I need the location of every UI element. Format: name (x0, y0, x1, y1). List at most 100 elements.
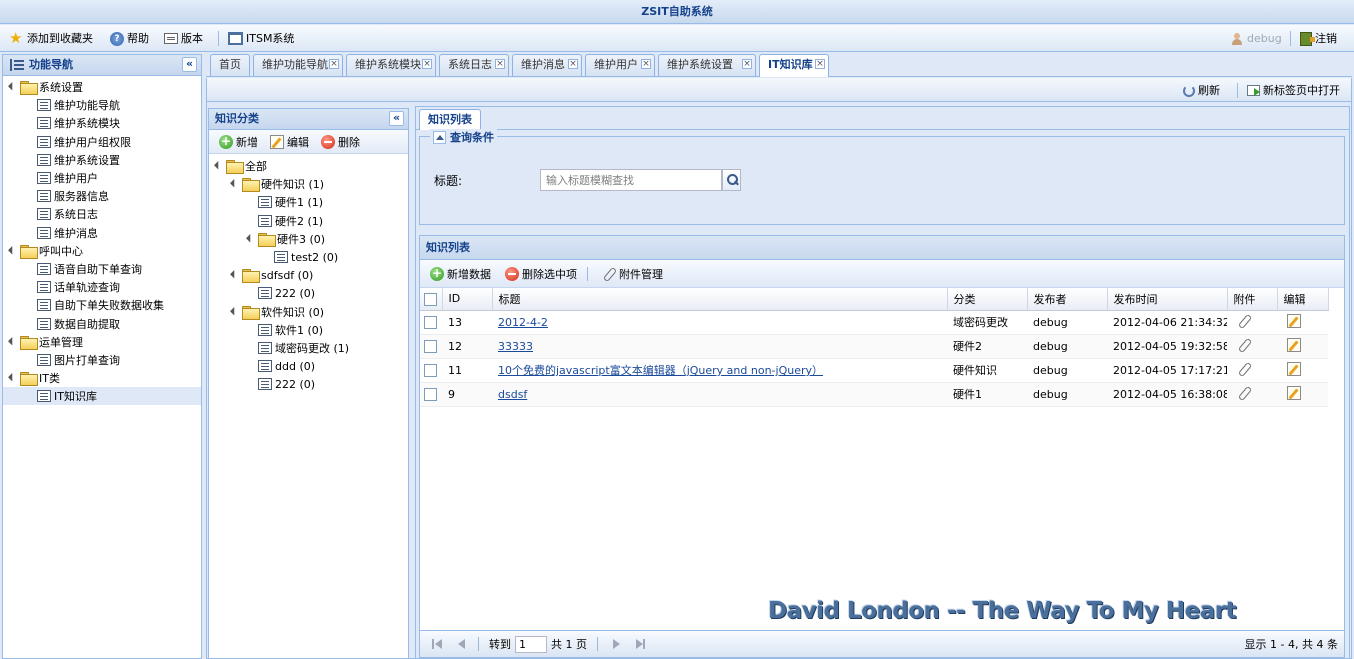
title-link[interactable]: 10个免费的javascript富文本编辑器（jQuery and non-jQ… (498, 364, 823, 377)
help-button[interactable]: 帮助 (110, 30, 149, 47)
row-select-cell[interactable] (420, 358, 442, 383)
title-link[interactable]: dsdsf (498, 388, 527, 401)
last-page-icon[interactable] (634, 638, 646, 650)
column-header-publisher[interactable]: 发布者 (1027, 288, 1108, 311)
column-header-category[interactable]: 分类 (947, 288, 1028, 311)
nav-item[interactable]: 维护功能导航 (3, 96, 201, 114)
expand-arrow-icon[interactable] (229, 179, 240, 190)
table-row[interactable]: 13 2012-4-2 域密码更改 debug 2012-04-06 21:34:32 (420, 310, 1328, 335)
nav-item[interactable]: 维护消息 (3, 224, 201, 242)
version-button[interactable]: 版本 (164, 30, 203, 47)
nav-item[interactable]: 图片打单查询 (3, 351, 201, 369)
title-search-input[interactable] (540, 169, 722, 191)
nav-group[interactable]: IT类 (3, 369, 201, 387)
tree-node-sw1[interactable]: 软件1 (0) (209, 321, 408, 339)
nav-group[interactable]: 系统设置 (3, 78, 201, 96)
next-page-icon[interactable] (610, 638, 622, 650)
nav-item[interactable]: 服务器信息 (3, 187, 201, 205)
column-header-edit[interactable]: 编辑 (1277, 288, 1329, 311)
select-all-header[interactable] (420, 288, 443, 311)
add-category-button[interactable]: 新增 (219, 134, 258, 150)
expand-arrow-icon[interactable] (7, 81, 18, 92)
tree-node-domain-password[interactable]: 域密码更改 (1) (209, 339, 408, 357)
row-checkbox[interactable] (424, 387, 437, 401)
tree-node-test2[interactable]: test2 (0) (209, 248, 408, 266)
column-header-time[interactable]: 发布时间 (1107, 288, 1228, 311)
close-tab-icon[interactable]: × (495, 59, 505, 69)
add-data-button[interactable]: 新增数据 (430, 266, 491, 282)
edit-icon[interactable] (1287, 361, 1301, 376)
open-new-tab-button[interactable]: 新标签页中打开 (1247, 82, 1340, 99)
expand-arrow-icon[interactable] (7, 245, 18, 256)
row-checkbox[interactable] (424, 339, 437, 353)
tab-item[interactable]: 维护功能导航 × (253, 54, 343, 76)
tab-item[interactable]: 维护用户 × (585, 54, 655, 76)
paperclip-icon[interactable] (1237, 362, 1251, 376)
close-tab-icon[interactable]: × (742, 59, 752, 69)
column-header-title[interactable]: 标题 (492, 288, 948, 311)
nav-item[interactable]: 维护系统设置 (3, 151, 201, 169)
close-tab-icon[interactable]: × (815, 59, 825, 69)
prev-page-icon[interactable] (456, 638, 468, 650)
paperclip-icon[interactable] (1237, 386, 1251, 400)
nav-item[interactable]: 维护系统模块 (3, 114, 201, 132)
row-checkbox[interactable] (424, 315, 437, 329)
tree-node-ddd[interactable]: ddd (0) (209, 357, 408, 375)
tab-item[interactable]: 维护消息 × (512, 54, 582, 76)
tree-node-sdfsdf[interactable]: sdfsdf (0) (209, 266, 408, 284)
tree-node-hw1[interactable]: 硬件1 (1) (209, 193, 408, 211)
expand-arrow-icon[interactable] (7, 372, 18, 383)
paperclip-icon[interactable] (1237, 338, 1251, 352)
collapse-icon[interactable] (182, 57, 197, 72)
edit-icon[interactable] (1287, 313, 1301, 328)
tab-item[interactable]: 维护系统模块 × (346, 54, 436, 76)
column-header-id[interactable]: ID (442, 288, 493, 311)
attachment-manage-button[interactable]: 附件管理 (602, 266, 663, 282)
edit-icon[interactable] (1287, 337, 1301, 352)
expand-arrow-icon[interactable] (213, 160, 224, 171)
nav-item[interactable]: 维护用户组权限 (3, 133, 201, 151)
tab-knowledge-list[interactable]: 知识列表 (419, 109, 481, 130)
query-legend[interactable]: 查询条件 (430, 129, 497, 145)
tab-item[interactable]: 维护系统设置 × (658, 54, 756, 76)
tree-node-222[interactable]: 222 (0) (209, 284, 408, 302)
nav-group[interactable]: 运单管理 (3, 333, 201, 351)
add-favorite-button[interactable]: 添加到收藏夹 (9, 30, 93, 47)
collapse-toggle-icon[interactable] (433, 130, 446, 144)
row-select-cell[interactable] (420, 382, 442, 407)
row-checkbox[interactable] (424, 363, 437, 377)
table-row[interactable]: 12 33333 硬件2 debug 2012-04-05 19:32:58 (420, 334, 1328, 359)
refresh-button[interactable]: 刷新 (1183, 82, 1220, 99)
nav-item[interactable]: 系统日志 (3, 205, 201, 223)
tree-node-all[interactable]: 全部 (209, 157, 408, 175)
tab-item[interactable]: 首页 (210, 54, 250, 76)
close-tab-icon[interactable]: × (568, 59, 578, 69)
edit-icon[interactable] (1287, 385, 1301, 400)
close-tab-icon[interactable]: × (641, 59, 651, 69)
tab-item[interactable]: IT知识库 × (759, 54, 829, 77)
expand-arrow-icon[interactable] (229, 306, 240, 317)
logout-button[interactable]: 注销 (1300, 30, 1337, 47)
tree-node-software[interactable]: 软件知识 (0) (209, 303, 408, 321)
nav-item[interactable]: IT知识库 (3, 387, 201, 406)
title-link[interactable]: 2012-4-2 (498, 316, 548, 329)
delete-category-button[interactable]: 删除 (321, 134, 360, 150)
tree-node-hardware[interactable]: 硬件知识 (1) (209, 175, 408, 193)
row-select-cell[interactable] (420, 310, 442, 335)
title-link[interactable]: 33333 (498, 340, 533, 353)
nav-item[interactable]: 自助下单失败数据收集 (3, 296, 201, 314)
first-page-icon[interactable] (432, 638, 444, 650)
nav-item[interactable]: 语音自助下单查询 (3, 260, 201, 278)
close-tab-icon[interactable]: × (329, 59, 339, 69)
nav-item[interactable]: 话单轨迹查询 (3, 278, 201, 296)
table-row[interactable]: 9 dsdsf 硬件1 debug 2012-04-05 16:38:08 (420, 382, 1328, 407)
column-header-attachment[interactable]: 附件 (1227, 288, 1278, 311)
delete-selected-button[interactable]: 删除选中项 (505, 266, 577, 282)
search-button[interactable] (722, 169, 741, 191)
collapse-icon[interactable] (389, 111, 404, 126)
table-row[interactable]: 11 10个免费的javascript富文本编辑器（jQuery and non-… (420, 358, 1328, 383)
expand-arrow-icon[interactable] (229, 270, 240, 281)
page-number-input[interactable] (515, 635, 547, 653)
nav-group[interactable]: 呼叫中心 (3, 242, 201, 260)
tab-item[interactable]: 系统日志 × (439, 54, 509, 76)
